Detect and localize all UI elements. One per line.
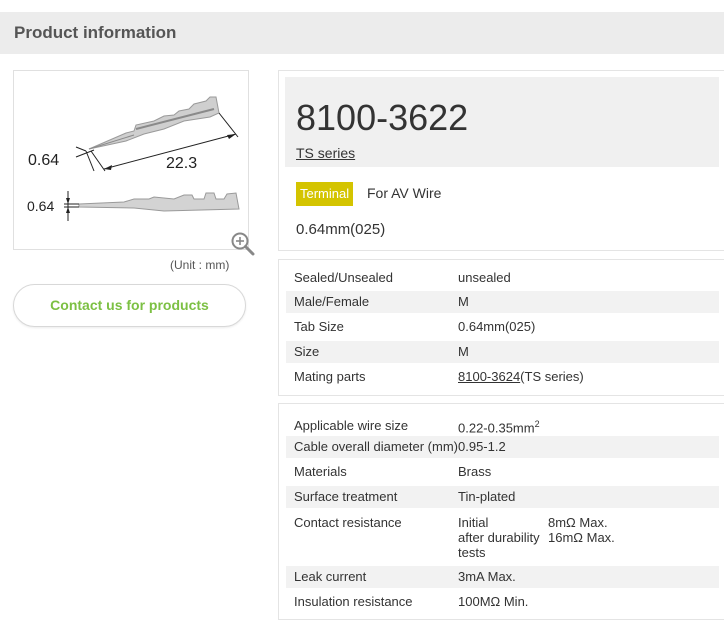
spec-value: 100MΩ Min. (458, 594, 529, 609)
spec-row-wire-size: Applicable wire size 0.22-0.35mm2 (286, 413, 719, 435)
cr-after-label-1: after durability (458, 530, 540, 545)
part-number-box: 8100-3622 TS series (285, 77, 719, 167)
part-number: 8100-3622 (296, 97, 469, 138)
spec-row-materials: Materials Brass (286, 461, 719, 483)
spec-label: Surface treatment (294, 489, 398, 504)
series-link[interactable]: TS series (296, 145, 355, 161)
spec-value: 0.64mm(025) (458, 319, 536, 334)
magnifier-icon[interactable] (229, 230, 257, 258)
cr-after-value: 16mΩ Max. (548, 530, 615, 545)
cr-after-label-2: tests (458, 545, 486, 560)
spec-label: Mating parts (294, 369, 366, 384)
spec-table-basic: Sealed/Unsealed unsealed Male/Female M T… (278, 259, 724, 396)
cr-initial-label: Initial (458, 515, 489, 530)
spec-label: Male/Female (294, 294, 370, 309)
spec-value: Tin-plated (458, 489, 516, 504)
category-badge: Terminal (296, 182, 354, 206)
spec-row-contact-resistance: Contact resistance Initial 8mΩ Max. afte… (286, 511, 719, 561)
spec-row-cable-diameter: Cable overall diameter (mm) 0.95-1.2 (286, 436, 719, 458)
spec-row-insulation: Insulation resistance 100MΩ Min. (286, 591, 719, 613)
spec-label: Leak current (294, 569, 367, 584)
product-summary-panel: 8100-3622 TS series Terminal For AV Wire… (278, 70, 724, 251)
wire-size-sup: 2 (534, 419, 540, 429)
spec-row-size: Size M (286, 341, 719, 363)
spec-label: Insulation resistance (294, 594, 413, 609)
spec-label: Materials (294, 464, 347, 479)
spec-row-leak-current: Leak current 3mA Max. (286, 566, 719, 588)
product-image[interactable]: 0.64 22.3 0.64 (13, 70, 249, 250)
spec-value: M (458, 294, 469, 309)
spec-value: Brass (458, 464, 492, 479)
spec-value: 0.95-1.2 (458, 439, 506, 454)
spec-table-electrical: Applicable wire size 0.22-0.35mm2 Cable … (278, 403, 724, 620)
tab-size-text: 0.64mm(025) (296, 221, 386, 238)
spec-value: 8100-3624(TS series) (458, 366, 584, 388)
dim-side-label: 0.64 (27, 198, 54, 214)
spec-row-sealed: Sealed/Unsealed unsealed (286, 269, 719, 291)
spec-row-tab-size: Tab Size 0.64mm(025) (286, 316, 719, 338)
mating-part-link[interactable]: 8100-3624 (458, 369, 520, 384)
application-text: For AV Wire (367, 185, 442, 201)
wire-size-value: 0.22-0.35mm (458, 420, 535, 436)
spec-label: Contact resistance (294, 515, 402, 530)
dim-thickness-label: 0.64 (28, 152, 59, 169)
spec-value: 3mA Max. (458, 569, 516, 584)
spec-row-male-female: Male/Female M (286, 291, 719, 313)
page-title: Product information (14, 23, 177, 42)
spec-row-surface: Surface treatment Tin-plated (286, 486, 719, 508)
spec-label: Cable overall diameter (mm) (294, 439, 458, 454)
dim-length-label: 22.3 (166, 155, 197, 172)
spec-label: Size (294, 344, 320, 359)
spec-value: M (458, 344, 469, 359)
header-bar: Product information (0, 12, 724, 54)
terminal-drawing: 0.64 22.3 0.64 (27, 96, 240, 221)
spec-value: unsealed (458, 270, 511, 285)
spec-label: Applicable wire size (294, 418, 409, 433)
spec-label: Tab Size (294, 319, 344, 334)
spec-label: Sealed/Unsealed (294, 270, 394, 285)
unit-note: (Unit : mm) (170, 258, 230, 272)
cr-initial-value: 8mΩ Max. (548, 515, 608, 530)
spec-row-mating-parts: Mating parts 8100-3624(TS series) (286, 366, 719, 388)
contact-us-button[interactable]: Contact us for products (13, 284, 246, 327)
mating-part-suffix: (TS series) (520, 369, 584, 384)
